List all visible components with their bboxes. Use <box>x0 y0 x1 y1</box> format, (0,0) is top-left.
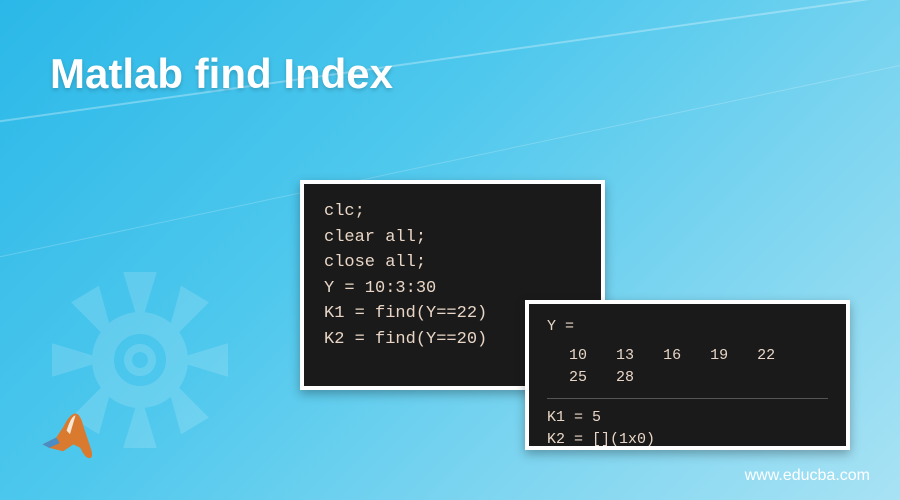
code-line: close all; <box>324 250 581 276</box>
matlab-logo-icon <box>35 410 105 465</box>
output-values: 10 13 16 19 22 25 28 <box>547 345 828 390</box>
output-k2: K2 = [](1x0) <box>547 429 828 452</box>
footer-url: www.educba.com <box>745 467 870 485</box>
output-label: Y = <box>547 316 828 339</box>
code-output-box: Y = 10 13 16 19 22 25 28 K1 = 5 K2 = [](… <box>525 300 850 450</box>
code-line: clc; <box>324 199 581 225</box>
page-title: Matlab find Index <box>50 50 393 98</box>
code-line: Y = 10:3:30 <box>324 276 581 302</box>
output-k1: K1 = 5 <box>547 407 828 430</box>
divider <box>547 398 828 399</box>
code-line: clear all; <box>324 225 581 251</box>
